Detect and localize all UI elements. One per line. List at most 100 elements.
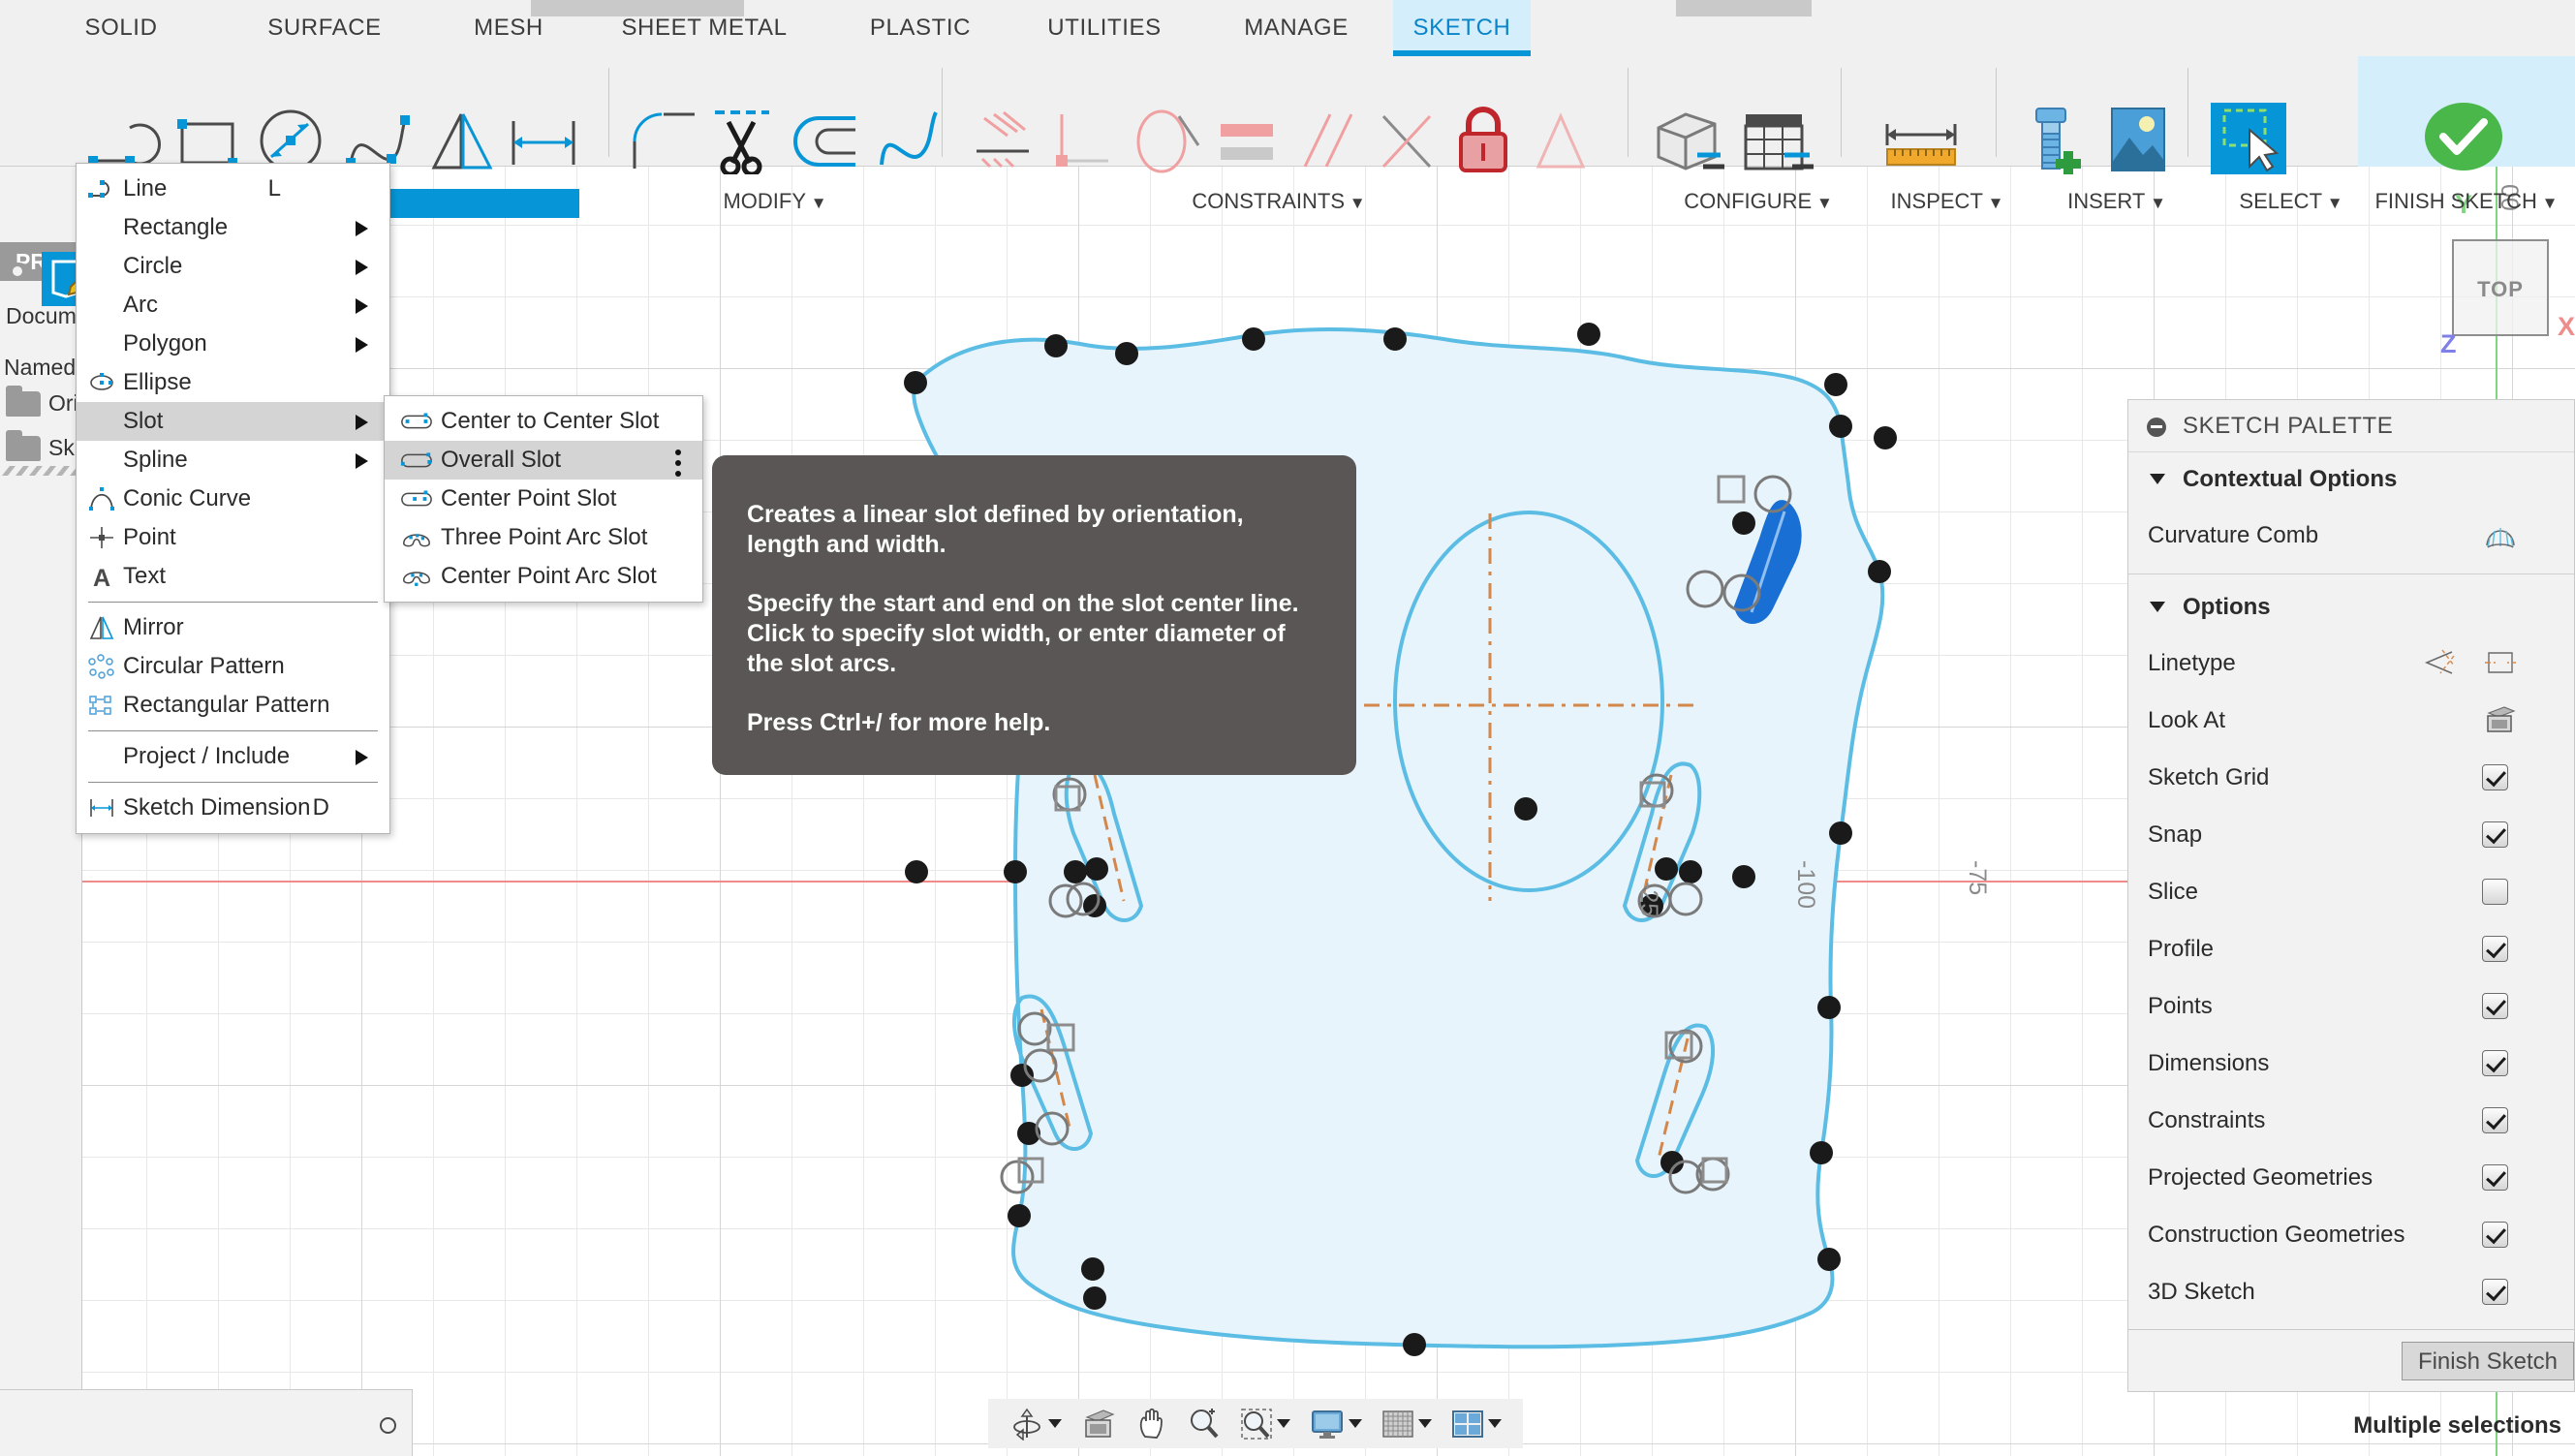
menu-item-three-point-arc-slot[interactable]: Three Point Arc Slot (385, 518, 702, 557)
constraint-tangent-icon[interactable] (1129, 107, 1202, 174)
menu-item-overall-slot[interactable]: Overall Slot (385, 441, 702, 480)
palette-row-constraints[interactable]: Constraints (2128, 1092, 2574, 1149)
timeline-bar[interactable] (0, 1389, 413, 1456)
profile-checkbox[interactable] (2482, 936, 2508, 962)
menu-item-spline[interactable]: Spline (77, 441, 389, 480)
palette-row-profile[interactable]: Profile (2128, 920, 2574, 977)
nav-grid-snap[interactable] (1374, 1410, 1440, 1439)
3d-sketch-checkbox[interactable] (2482, 1279, 2508, 1305)
browser-row-origin[interactable]: Ori (0, 383, 81, 423)
timeline-marker-icon[interactable] (380, 1417, 396, 1434)
menu-item-circle[interactable]: Circle (77, 247, 389, 286)
chevron-down-icon[interactable] (1277, 1419, 1290, 1428)
create-dropdown-menu[interactable]: Line L Rectangle Circle Arc Polygon Elli… (76, 163, 390, 834)
view-cube[interactable]: TOP (2452, 239, 2549, 336)
palette-row-points[interactable]: Points (2128, 977, 2574, 1035)
menu-item-sketch-dimension[interactable]: Sketch Dimension D (77, 789, 389, 827)
tab-sketch[interactable]: SKETCH (1393, 0, 1531, 56)
constraint-angle-icon[interactable] (1529, 110, 1600, 174)
linetype-construction-icon[interactable] (2483, 648, 2518, 677)
slice-checkbox[interactable] (2482, 879, 2508, 905)
palette-row-construction-geometries[interactable]: Construction Geometries (2128, 1206, 2574, 1263)
menu-item-point[interactable]: Point (77, 518, 389, 557)
palette-row-linetype[interactable]: Linetype (2128, 635, 2574, 692)
menu-item-circular-pattern[interactable]: Circular Pattern (77, 647, 389, 686)
constraint-fix-lock-icon[interactable] (1451, 105, 1515, 174)
menu-item-text[interactable]: A Text (77, 557, 389, 596)
browser-row-named-views[interactable]: Named (0, 347, 81, 387)
tab-plastic[interactable]: PLASTIC (848, 0, 993, 56)
panel-configure-label[interactable]: CONFIGURE ▼ (1637, 189, 1879, 214)
offset-tool-icon[interactable] (790, 112, 867, 172)
eye-visibility-icon[interactable] (2, 260, 33, 283)
palette-row-3d-sketch[interactable]: 3D Sketch (2128, 1263, 2574, 1320)
menu-item-ellipse[interactable]: Ellipse (77, 363, 389, 402)
tab-solid[interactable]: SOLID (58, 0, 184, 56)
nav-display-settings[interactable] (1302, 1409, 1370, 1440)
sketch-grid-checkbox[interactable] (2482, 764, 2508, 790)
chevron-down-icon[interactable] (1488, 1419, 1502, 1428)
palette-row-sketch-grid[interactable]: Sketch Grid (2128, 749, 2574, 806)
menu-item-rectangle[interactable]: Rectangle (77, 208, 389, 247)
palette-row-curvature-comb[interactable]: Curvature Comb (2128, 507, 2574, 564)
constraints-checkbox[interactable] (2482, 1107, 2508, 1133)
chevron-down-icon[interactable] (1349, 1419, 1362, 1428)
palette-row-look-at[interactable]: Look At (2128, 692, 2574, 749)
constraint-perpendicular-icon[interactable] (1046, 110, 1118, 174)
nav-orbit[interactable] (1002, 1408, 1070, 1441)
constraint-symmetry-icon[interactable] (1374, 110, 1445, 174)
browser-panel[interactable]: PROJ... Documen Named Ori Sk (0, 167, 82, 1389)
tab-utilities[interactable]: UTILITIES (1022, 0, 1187, 56)
tab-manage[interactable]: MANAGE (1219, 0, 1374, 56)
curvature-comb-icon[interactable] (2483, 520, 2518, 549)
configure-model-icon[interactable] (1647, 107, 1726, 174)
panel-modify-label[interactable]: MODIFY ▼ (668, 189, 882, 214)
panel-constraints-label[interactable]: CONSTRAINTS ▼ (1133, 189, 1424, 214)
section-contextual-options[interactable]: Contextual Options (2128, 452, 2574, 507)
menu-item-arc[interactable]: Arc (77, 286, 389, 325)
configure-table-icon[interactable] (1736, 107, 1815, 174)
menu-item-polygon[interactable]: Polygon (77, 325, 389, 363)
menu-item-center-point-slot[interactable]: Center Point Slot (385, 480, 702, 518)
chevron-down-icon[interactable] (1048, 1419, 1062, 1428)
trim-tool-icon[interactable] (707, 103, 781, 174)
finish-sketch-check-icon[interactable] (2422, 103, 2505, 176)
collapse-icon[interactable] (2147, 418, 2166, 437)
nav-viewports[interactable] (1443, 1410, 1509, 1439)
nav-look-at[interactable] (1073, 1409, 1124, 1440)
finish-sketch-button[interactable]: Finish Sketch (2401, 1342, 2574, 1380)
menu-item-center-to-center-slot[interactable]: Center to Center Slot (385, 402, 702, 441)
insert-mcmaster-icon[interactable] (2019, 105, 2096, 174)
menu-item-slot[interactable]: Slot (77, 402, 389, 441)
menu-item-mirror[interactable]: Mirror (77, 608, 389, 647)
menu-item-project-include[interactable]: Project / Include (77, 737, 389, 776)
construction-geometries-checkbox[interactable] (2482, 1222, 2508, 1248)
nav-zoom-window[interactable] (1232, 1408, 1298, 1441)
navigation-bar[interactable] (988, 1399, 1523, 1448)
snap-checkbox[interactable] (2482, 821, 2508, 848)
more-options-icon[interactable] (675, 449, 681, 481)
projected-geometries-checkbox[interactable] (2482, 1164, 2508, 1191)
nav-zoom[interactable] (1180, 1408, 1228, 1441)
palette-row-projected-geometries[interactable]: Projected Geometries (2128, 1149, 2574, 1206)
menu-item-line[interactable]: Line L (77, 170, 389, 208)
constraint-coincident-icon[interactable] (969, 110, 1040, 174)
menu-item-rectangular-pattern[interactable]: Rectangular Pattern (77, 686, 389, 725)
panel-select-label[interactable]: SELECT ▼ (2199, 189, 2383, 214)
points-checkbox[interactable] (2482, 993, 2508, 1019)
fillet-tool-icon[interactable] (625, 112, 702, 172)
insert-canvas-image-icon[interactable] (2102, 105, 2174, 174)
panel-inspect-label[interactable]: INSPECT ▼ (1850, 189, 2044, 214)
constraint-parallel-icon[interactable] (1293, 110, 1365, 174)
menu-item-conic-curve[interactable]: Conic Curve (77, 480, 389, 518)
chevron-down-icon[interactable] (1418, 1419, 1432, 1428)
tab-surface[interactable]: SURFACE (242, 0, 407, 56)
palette-row-slice[interactable]: Slice (2128, 863, 2574, 920)
mirror-tool-icon[interactable] (424, 109, 498, 172)
dimensions-checkbox[interactable] (2482, 1050, 2508, 1076)
palette-row-dimensions[interactable]: Dimensions (2128, 1035, 2574, 1092)
curvature-tool-icon[interactable] (872, 107, 947, 172)
sketch-dimension-tool-icon[interactable] (504, 116, 587, 170)
select-tool-icon[interactable] (2211, 103, 2286, 174)
measure-tool-icon[interactable] (1879, 112, 1965, 170)
